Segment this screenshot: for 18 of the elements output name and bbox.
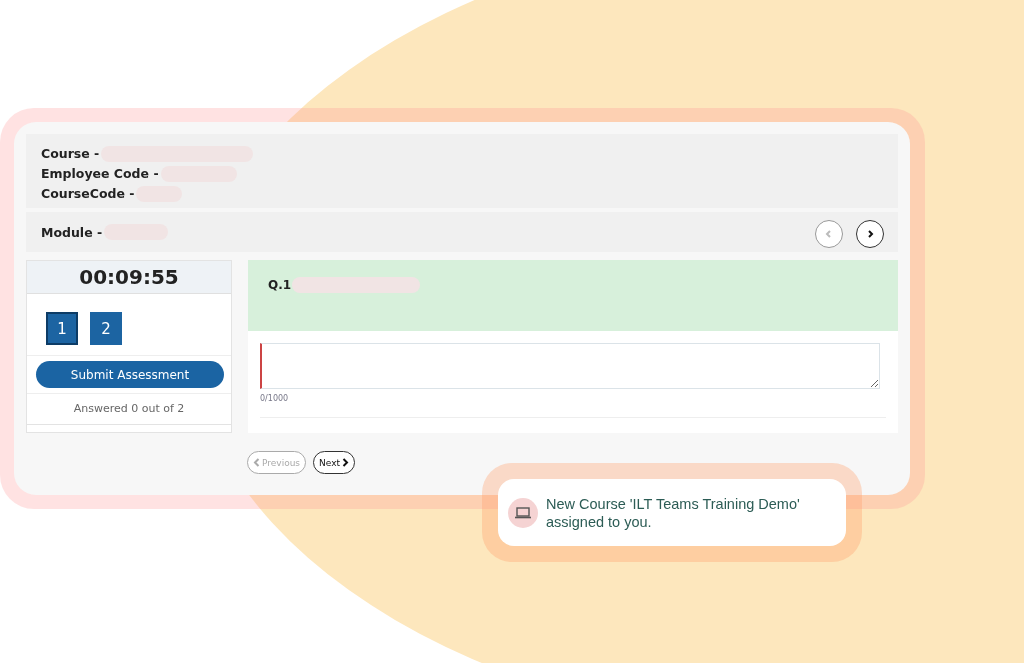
question-number: Q.1: [268, 277, 292, 294]
question-number-button[interactable]: 2: [90, 312, 122, 345]
submit-button[interactable]: Submit Assessment: [36, 361, 224, 388]
laptop-icon: [508, 497, 538, 528]
notification-message: New Course 'ILT Teams Training Demo' assigned to you.: [546, 494, 801, 531]
field-label: Course -: [41, 145, 100, 163]
character-count: 0/1000: [260, 393, 290, 405]
answer-field[interactable]: [260, 343, 880, 389]
field-label: CourseCode -: [41, 185, 135, 203]
field-label: Employee Code -: [41, 165, 159, 183]
timer: 00:09:55: [27, 261, 231, 294]
next-module-button[interactable]: [856, 220, 884, 248]
question-number-button[interactable]: 1: [46, 312, 78, 345]
next-button[interactable]: Next: [313, 451, 355, 474]
chevron-left-icon: [253, 458, 260, 467]
module-label: Module -: [41, 223, 103, 242]
chevron-right-icon: [342, 458, 349, 467]
answered-count: Answered 0 out of 2: [27, 394, 231, 425]
